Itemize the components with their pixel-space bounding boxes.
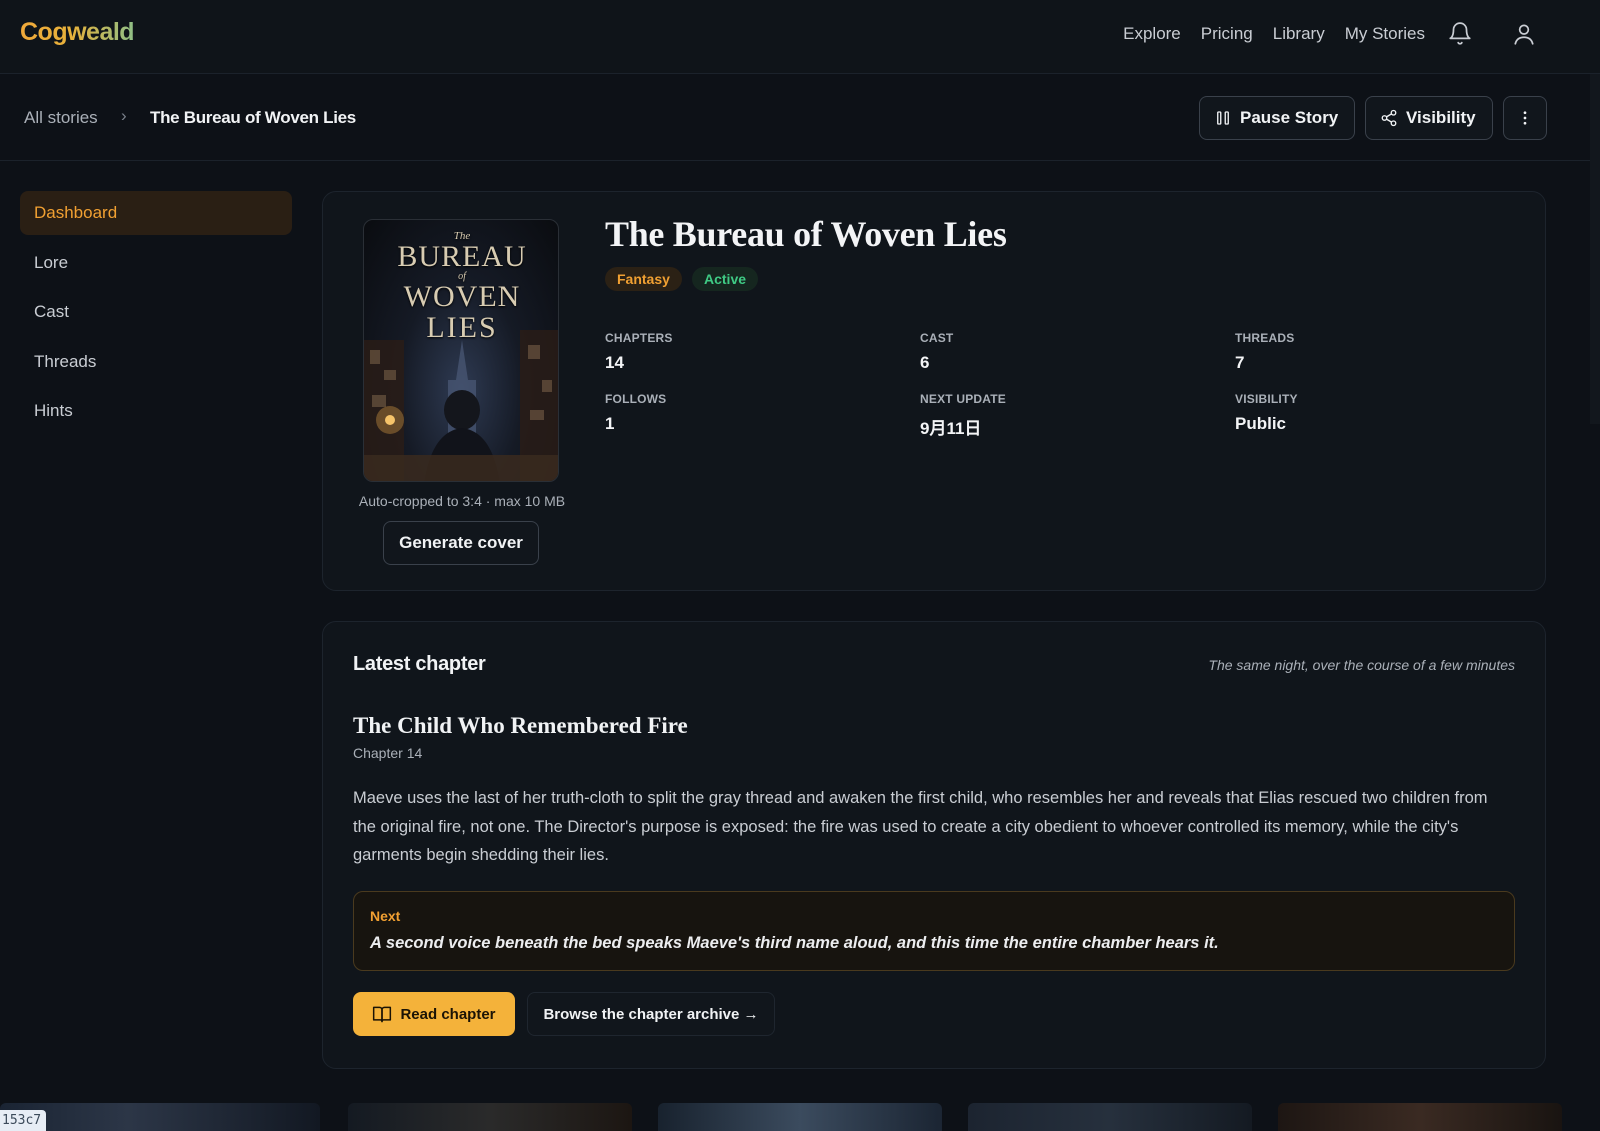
chapter-timeframe: The same night, over the course of a few…: [1208, 657, 1515, 673]
stat-value: 7: [1235, 353, 1245, 372]
breadcrumb-all-stories[interactable]: All stories: [24, 108, 98, 128]
next-label: Next: [370, 908, 401, 924]
sidebar-item-lore[interactable]: Lore: [20, 241, 292, 285]
stat-chapters: CHAPTERS 14: [605, 331, 673, 373]
story-title: The Bureau of Woven Lies: [605, 214, 1007, 254]
story-sidebar: Dashboard Lore Cast Threads Hints: [20, 191, 292, 439]
chevron-right-icon: ›: [121, 106, 127, 125]
generate-cover-button[interactable]: Generate cover: [383, 521, 539, 565]
story-toolbar: All stories › The Bureau of Woven Lies P…: [0, 74, 1600, 161]
story-thumbnail[interactable]: [968, 1103, 1252, 1131]
next-teaser-text: A second voice beneath the bed speaks Ma…: [370, 934, 1219, 952]
stat-label: CAST: [920, 331, 954, 345]
sidebar-item-cast[interactable]: Cast: [20, 290, 292, 334]
browse-archive-button[interactable]: Browse the chapter archive →: [527, 992, 775, 1036]
app-logo[interactable]: Cogweald: [20, 18, 135, 47]
status-badge: Active: [692, 267, 759, 291]
genre-badge: Fantasy: [605, 267, 682, 291]
read-chapter-label: Read chapter: [400, 1005, 496, 1023]
chapter-title: The Child Who Remembered Fire: [353, 713, 688, 738]
nav-link-library[interactable]: Library: [1273, 24, 1325, 44]
chapter-number: Chapter 14: [353, 745, 423, 761]
stat-label: FOLLOWS: [605, 392, 667, 406]
story-overview-card: The BUREAU of WOVEN LIES Auto-cropped to…: [322, 191, 1546, 591]
latest-chapter-heading: Latest chapter: [353, 653, 486, 675]
stat-label: THREADS: [1235, 331, 1295, 345]
cover-line-3: LIES: [426, 311, 498, 344]
stat-value: Public: [1235, 414, 1287, 433]
more-options-button[interactable]: [1503, 96, 1547, 140]
story-thumbnail[interactable]: [348, 1103, 632, 1131]
debug-badge: 153c7: [0, 1110, 46, 1131]
top-navbar: Cogweald Explore Pricing Library My Stor…: [0, 0, 1600, 74]
sidebar-item-hints[interactable]: Hints: [20, 389, 292, 433]
book-open-icon: [373, 1006, 392, 1023]
stat-value: 9月11日: [920, 419, 982, 438]
share-icon: [1381, 109, 1397, 127]
sidebar-item-dashboard[interactable]: Dashboard: [20, 191, 292, 235]
main-nav: Explore Pricing Library My Stories: [1123, 24, 1425, 44]
read-chapter-button[interactable]: Read chapter: [353, 992, 515, 1036]
latest-chapter-card: Latest chapter The same night, over the …: [322, 621, 1546, 1069]
stat-value: 6: [920, 353, 930, 372]
cover-upload-note: Auto-cropped to 3:4 · max 10 MB: [358, 493, 566, 509]
stat-visibility: VISIBILITY Public: [1235, 392, 1298, 434]
nav-link-pricing[interactable]: Pricing: [1201, 24, 1253, 44]
scrollbar[interactable]: [1590, 74, 1600, 424]
user-icon[interactable]: [1511, 21, 1537, 47]
nav-link-my-stories[interactable]: My Stories: [1345, 24, 1425, 44]
stat-next-update: NEXT UPDATE 9月11日: [920, 392, 1006, 439]
chapter-summary: Maeve uses the last of her truth-cloth t…: [353, 789, 1488, 864]
bell-icon[interactable]: [1447, 21, 1473, 47]
more-vertical-icon: [1523, 111, 1527, 125]
stat-value: 14: [605, 353, 624, 372]
pause-story-button[interactable]: Pause Story: [1199, 96, 1355, 140]
stat-threads: THREADS 7: [1235, 331, 1294, 373]
story-thumbnail[interactable]: [0, 1103, 320, 1131]
nav-link-explore[interactable]: Explore: [1123, 24, 1181, 44]
cover-line-2: WOVEN: [403, 280, 521, 313]
stat-value: 1: [605, 414, 615, 433]
story-thumbnail[interactable]: [1278, 1103, 1562, 1131]
pause-icon: [1217, 111, 1229, 125]
cover-line-1: BUREAU: [397, 240, 527, 273]
visibility-label: Visibility: [1406, 108, 1476, 127]
breadcrumb-current: The Bureau of Woven Lies: [150, 108, 356, 127]
stat-cast: CAST 6: [920, 331, 953, 373]
visibility-button[interactable]: Visibility: [1365, 96, 1493, 140]
story-cover-image[interactable]: The BUREAU of WOVEN LIES: [363, 219, 559, 482]
stat-follows: FOLLOWS 1: [605, 392, 666, 434]
sidebar-item-threads[interactable]: Threads: [20, 340, 292, 384]
stat-label: CHAPTERS: [605, 331, 673, 345]
stat-label: VISIBILITY: [1235, 392, 1298, 406]
story-thumbnail[interactable]: [658, 1103, 942, 1131]
cover-title-text: The BUREAU of WOVEN LIES: [364, 230, 558, 344]
pause-story-label: Pause Story: [1240, 108, 1339, 127]
stat-label: NEXT UPDATE: [920, 392, 1006, 406]
next-chapter-teaser: Next A second voice beneath the bed spea…: [353, 891, 1515, 971]
